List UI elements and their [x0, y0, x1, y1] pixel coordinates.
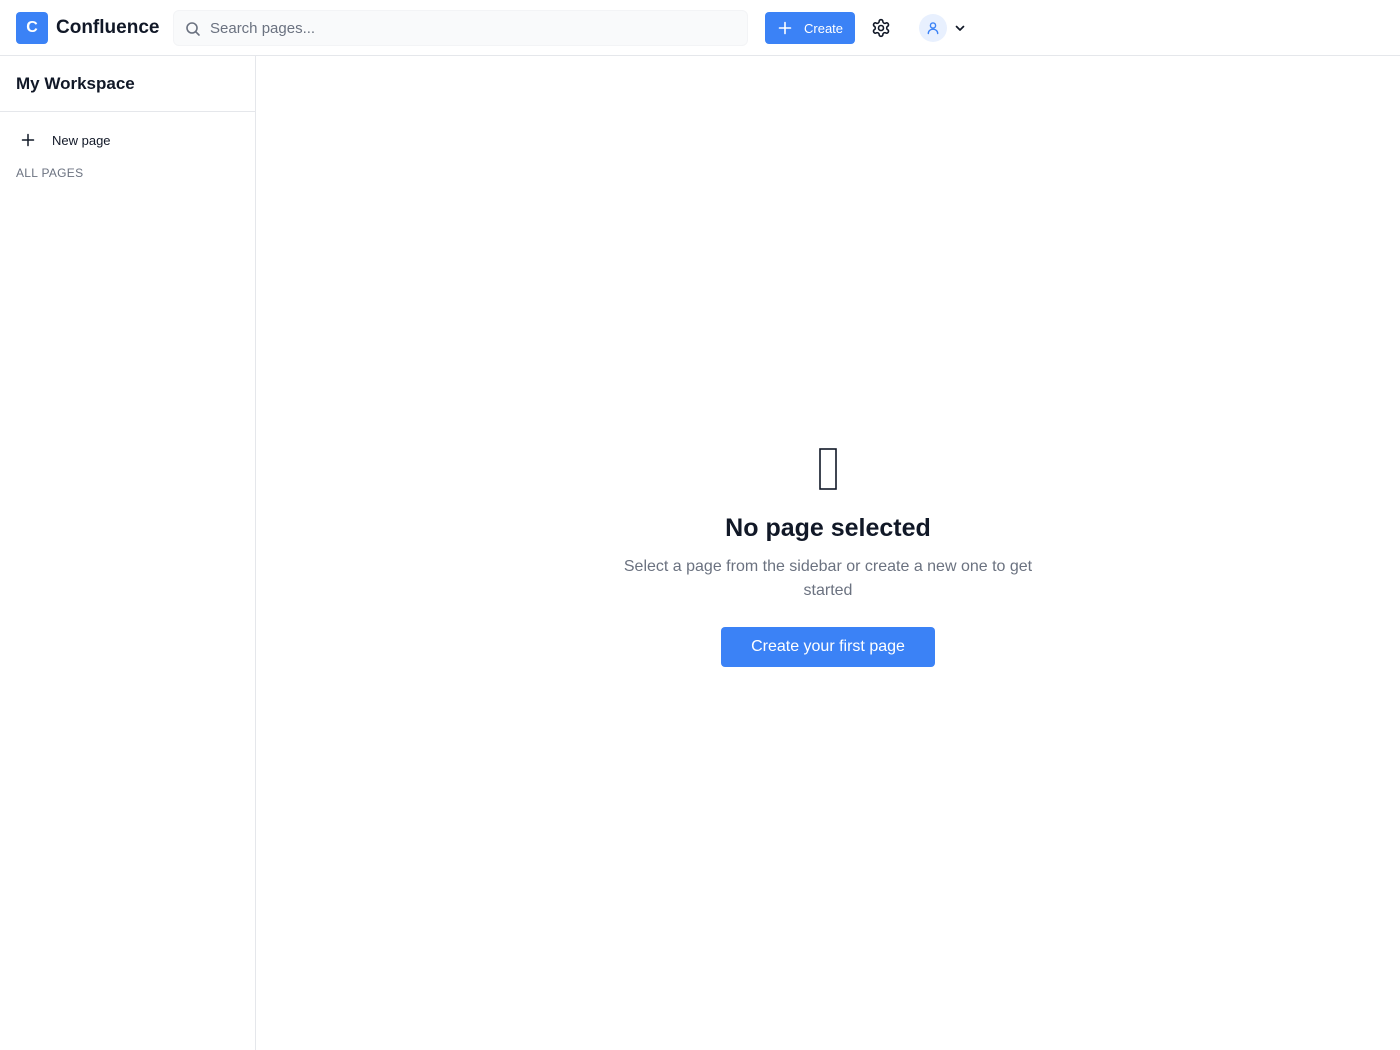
gear-icon	[872, 18, 890, 38]
search-input[interactable]	[210, 11, 740, 45]
search-icon	[186, 22, 200, 36]
search-box[interactable]	[173, 10, 748, 46]
settings-button[interactable]	[868, 14, 894, 42]
new-page-label: New page	[52, 132, 111, 148]
top-bar: C Confluence Create	[0, 0, 1400, 56]
document-icon	[819, 448, 837, 490]
all-pages-section-label: ALL PAGES	[16, 166, 84, 180]
workspace-title: My Workspace	[0, 56, 255, 112]
create-button[interactable]: Create	[765, 12, 855, 44]
user-icon	[927, 22, 939, 35]
create-first-page-button[interactable]: Create your first page	[721, 627, 935, 667]
app-logo[interactable]: C	[16, 12, 48, 44]
new-page-button[interactable]: New page	[12, 126, 244, 154]
plus-icon	[21, 133, 35, 147]
empty-state-subtitle: Select a page from the sidebar or create…	[623, 558, 1033, 599]
app-title[interactable]: Confluence	[56, 16, 159, 40]
chevron-down-icon	[955, 25, 965, 31]
create-button-label: Create	[804, 20, 844, 36]
empty-state-title: No page selected	[725, 514, 931, 542]
main-content: No page selected Select a page from the …	[256, 56, 1400, 1050]
empty-state: No page selected Select a page from the …	[256, 448, 1400, 667]
plus-icon	[778, 21, 792, 35]
user-menu[interactable]	[919, 14, 967, 42]
sidebar: My Workspace New page ALL PAGES	[0, 56, 256, 1050]
avatar[interactable]	[919, 14, 947, 42]
